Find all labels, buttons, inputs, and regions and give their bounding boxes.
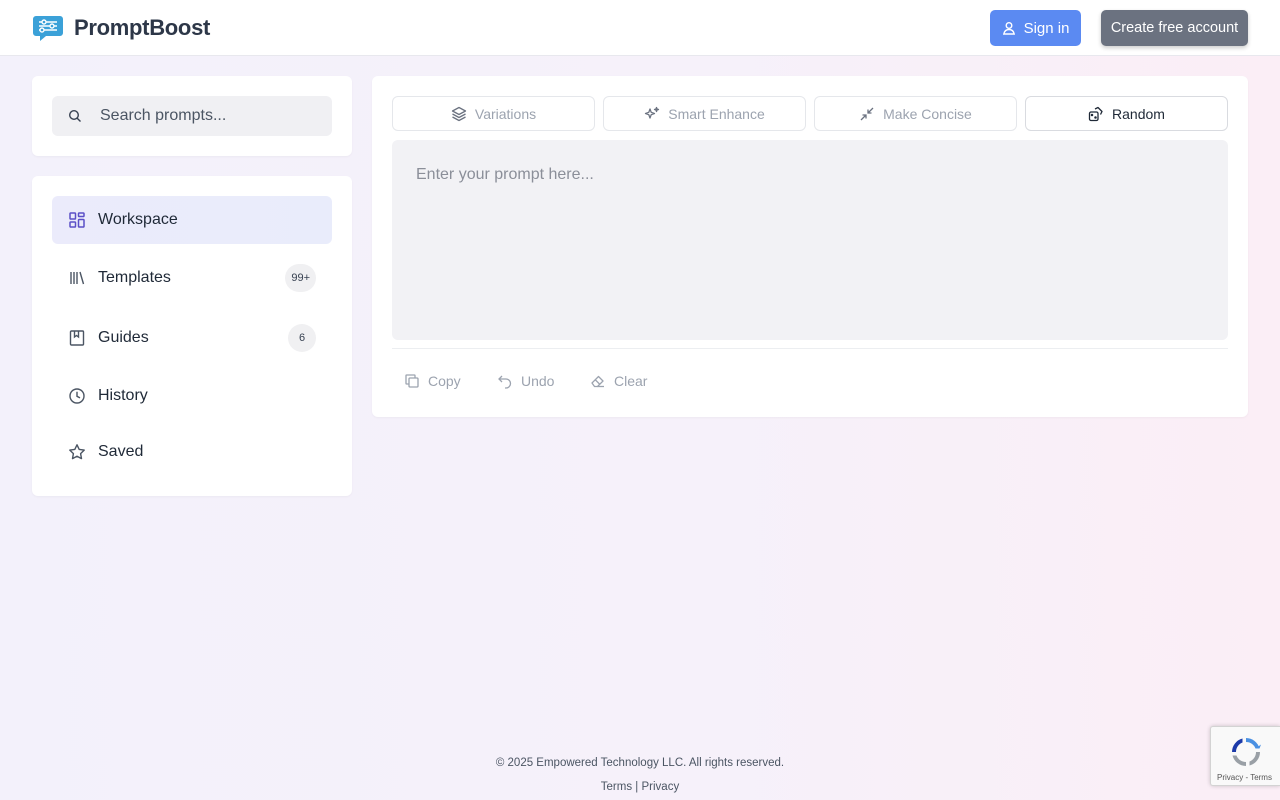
sidebar-item-label: Templates: [98, 269, 171, 286]
copy-icon: [405, 374, 419, 388]
minimize-icon: [860, 107, 874, 120]
search-card: [32, 76, 352, 156]
smart-enhance-button[interactable]: Smart Enhance: [603, 96, 806, 131]
star-icon: [69, 444, 85, 460]
smart-enhance-label: Smart Enhance: [668, 105, 765, 122]
make-concise-button[interactable]: Make Concise: [814, 96, 1017, 131]
sparkles-icon: [645, 106, 660, 119]
sign-in-label: Sign in: [1023, 19, 1070, 37]
sidebar-item-label: Saved: [98, 443, 144, 460]
prompt-textarea[interactable]: [392, 140, 1228, 340]
recaptcha-links: Privacy - Terms: [1217, 773, 1272, 782]
top-header: PromptBoost Sign in Create free account: [0, 0, 1280, 56]
layers-icon: [451, 106, 467, 121]
chat-sliders-icon: [33, 16, 63, 41]
copy-label: Copy: [428, 373, 461, 389]
recaptcha-badge[interactable]: Privacy - Terms: [1210, 726, 1280, 786]
privacy-link[interactable]: Privacy: [642, 781, 680, 793]
sidebar-item-templates[interactable]: Templates 99+: [52, 254, 332, 302]
copy-button[interactable]: Copy: [404, 372, 461, 390]
search-icon: [68, 109, 81, 122]
undo-icon: [498, 375, 512, 389]
prompt-editor-card: Variations Smart Enhance Make Concise Ra…: [372, 76, 1248, 417]
undo-button[interactable]: Undo: [497, 372, 554, 390]
count-badge: 6: [288, 324, 316, 352]
clock-icon: [69, 388, 85, 404]
dice-icon: [1088, 106, 1103, 121]
divider: [392, 348, 1228, 349]
book-icon: [69, 330, 85, 346]
grid-icon: [69, 212, 85, 228]
search-box: [52, 96, 332, 136]
search-input[interactable]: [100, 96, 326, 136]
random-button[interactable]: Random: [1025, 96, 1228, 131]
clear-label: Clear: [614, 373, 648, 389]
sidebar-item-label: Workspace: [98, 211, 178, 228]
sidebar-item-guides[interactable]: Guides 6: [52, 314, 332, 362]
brand-logo[interactable]: PromptBoost: [32, 14, 210, 42]
sidebar-nav: Workspace Templates 99+ Guides 6 History…: [32, 176, 352, 496]
random-label: Random: [1112, 105, 1165, 122]
recaptcha-icon: [1232, 738, 1261, 766]
variations-button[interactable]: Variations: [392, 96, 595, 131]
create-account-label: Create free account: [1110, 20, 1239, 36]
clear-button[interactable]: Clear: [590, 372, 647, 390]
terms-link[interactable]: Terms: [601, 781, 632, 793]
brand-name: PromptBoost: [74, 15, 211, 40]
make-concise-label: Make Concise: [883, 105, 972, 122]
user-icon: [1002, 22, 1015, 35]
library-icon: [70, 271, 85, 285]
create-account-button[interactable]: Create free account: [1101, 10, 1248, 46]
eraser-icon: [591, 375, 604, 388]
sign-in-button[interactable]: Sign in: [990, 10, 1081, 46]
sidebar-item-workspace[interactable]: Workspace: [52, 196, 332, 244]
undo-label: Undo: [521, 373, 555, 389]
sidebar-item-history[interactable]: History: [52, 372, 332, 420]
footer-separator: |: [635, 781, 639, 793]
sidebar-item-label: Guides: [98, 329, 149, 346]
variations-label: Variations: [474, 105, 537, 122]
sidebar-item-label: History: [98, 387, 148, 404]
footer-copyright: © 2025 Empowered Technology LLC. All rig…: [495, 757, 785, 769]
footer-links: Terms | Privacy: [0, 781, 1280, 793]
count-badge: 99+: [285, 264, 316, 292]
sidebar-item-saved[interactable]: Saved: [52, 428, 332, 476]
